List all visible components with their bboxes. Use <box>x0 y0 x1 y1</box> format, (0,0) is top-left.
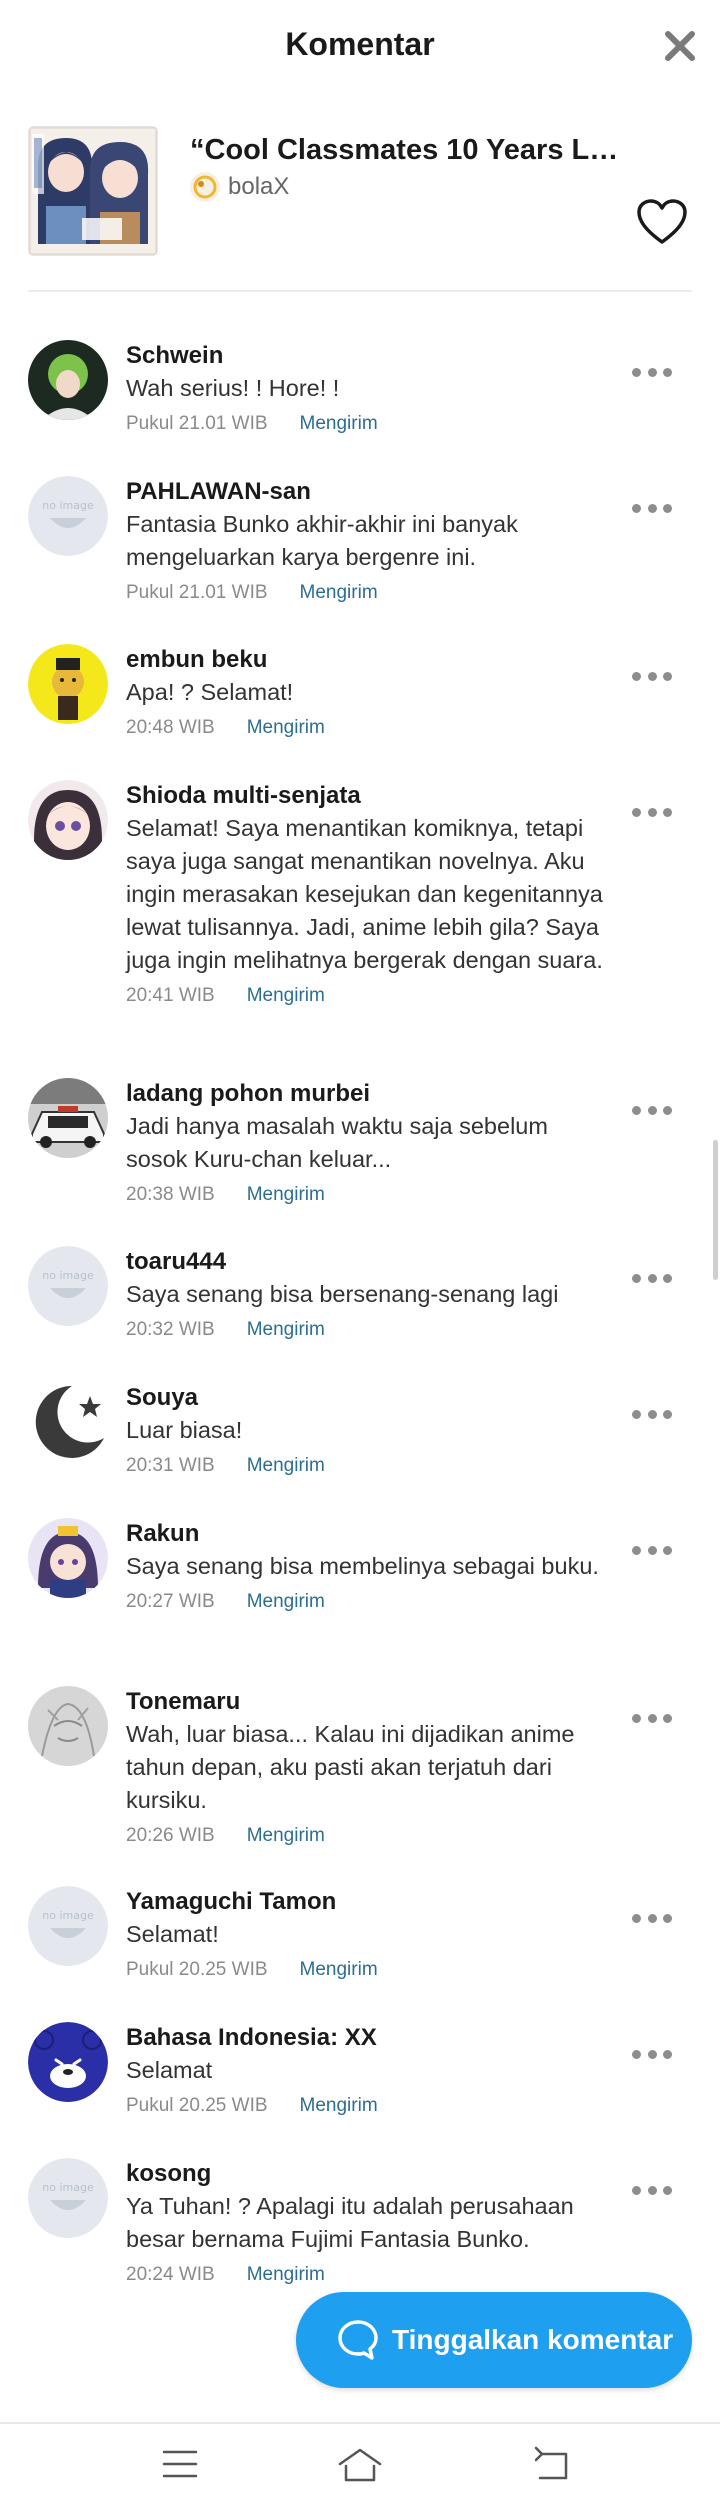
no-image-avatar[interactable]: no image <box>28 1886 108 1966</box>
menu-icon[interactable] <box>156 2440 204 2488</box>
divider <box>28 290 692 292</box>
comment-time: 20:31 WIB <box>126 1455 215 1476</box>
svg-text:no image: no image <box>42 499 94 512</box>
more-options-icon[interactable] <box>632 1106 672 1118</box>
comment-author[interactable]: Shioda multi-senjata <box>126 780 606 812</box>
comment-text: Selamat <box>126 2057 213 2083</box>
reply-link[interactable]: Mengirim <box>247 1589 325 1615</box>
comment-text: Luar biasa! <box>126 1417 243 1443</box>
comment-time: 20:48 WIB <box>126 717 215 738</box>
comment-author[interactable]: Bahasa Indonesia: XX <box>126 2022 606 2054</box>
reply-link[interactable]: Mengirim <box>247 2262 325 2288</box>
comment-author[interactable]: Tonemaru <box>126 1686 606 1718</box>
reply-link[interactable]: Mengirim <box>247 1182 325 1208</box>
back-icon[interactable] <box>528 2440 576 2488</box>
more-options-icon[interactable] <box>632 368 672 380</box>
comment-author[interactable]: Rakun <box>126 1518 606 1550</box>
comment-text: Jadi hanya masalah waktu saja sebelum so… <box>126 1113 548 1172</box>
comment-author[interactable]: kosong <box>126 2158 606 2190</box>
anime-character-avatar[interactable] <box>28 1518 108 1598</box>
close-icon[interactable] <box>662 28 698 64</box>
more-options-icon[interactable] <box>632 1410 672 1422</box>
comment-time: Pukul 20.25 WIB <box>126 1959 268 1980</box>
comment-author[interactable]: Schwein <box>126 340 606 372</box>
book-cover-image[interactable] <box>28 126 158 256</box>
comment-text: Ya Tuhan! ? Apalagi itu adalah perusahaa… <box>126 2193 574 2252</box>
no-image-avatar[interactable]: no image <box>28 476 108 556</box>
author-name: bolaX <box>228 173 290 200</box>
more-options-icon[interactable] <box>632 2186 672 2198</box>
leave-comment-button[interactable]: Tinggalkan komentar <box>296 2292 692 2388</box>
more-options-icon[interactable] <box>632 504 672 516</box>
comment-text: Wah serius! ! Hore! ! <box>126 375 340 401</box>
yellow-character-avatar[interactable] <box>28 644 108 724</box>
comment-time: 20:24 WIB <box>126 2264 215 2285</box>
more-options-icon[interactable] <box>632 1274 672 1286</box>
car-photo-avatar[interactable] <box>28 1078 108 1158</box>
system-nav-bar <box>0 2422 720 2502</box>
blue-bear-avatar[interactable] <box>28 2022 108 2102</box>
green-hair-avatar[interactable] <box>28 340 108 420</box>
reply-link[interactable]: Mengirim <box>300 580 378 606</box>
more-options-icon[interactable] <box>632 1914 672 1926</box>
comment-author[interactable]: ladang pohon murbei <box>126 1078 606 1110</box>
comment-text: Apa! ? Selamat! <box>126 679 294 705</box>
reply-link[interactable]: Mengirim <box>247 983 325 1009</box>
comment-text: Selamat! <box>126 1921 219 1947</box>
comment-time: 20:32 WIB <box>126 1319 215 1340</box>
svg-text:no image: no image <box>42 1909 94 1922</box>
book-title[interactable]: “Cool Classmates 10 Years Lat… <box>190 134 630 167</box>
reply-link[interactable]: Mengirim <box>247 715 325 741</box>
svg-text:no image: no image <box>42 1269 94 1282</box>
author[interactable]: bolaX <box>190 172 289 202</box>
comment-author[interactable]: PAHLAWAN-san <box>126 476 606 508</box>
more-options-icon[interactable] <box>632 808 672 820</box>
header: Komentar <box>0 0 720 100</box>
comment-time: 20:27 WIB <box>126 1591 215 1612</box>
anime-girl-avatar[interactable] <box>28 780 108 860</box>
more-options-icon[interactable] <box>632 1714 672 1726</box>
leave-comment-label: Tinggalkan komentar <box>392 2324 674 2355</box>
home-icon[interactable] <box>336 2440 384 2488</box>
book-info: “Cool Classmates 10 Years Lat… bolaX <box>28 126 692 260</box>
sketch-avatar[interactable] <box>28 1686 108 1766</box>
reply-link[interactable]: Mengirim <box>300 1957 378 1983</box>
comment-text: Wah, luar biasa... Kalau ini dijadikan a… <box>126 1721 575 1813</box>
comment-time: 20:41 WIB <box>126 985 215 1006</box>
comment-time: 20:38 WIB <box>126 1184 215 1205</box>
comment-author[interactable]: Souya <box>126 1382 606 1414</box>
comment-author[interactable]: Yamaguchi Tamon <box>126 1886 606 1918</box>
no-image-avatar[interactable]: no image <box>28 1246 108 1326</box>
reply-link[interactable]: Mengirim <box>247 1317 325 1343</box>
svg-text:no image: no image <box>42 2181 94 2194</box>
more-options-icon[interactable] <box>632 1546 672 1558</box>
scrollbar[interactable] <box>713 1140 718 1280</box>
comment-text: Selamat! Saya menantikan komiknya, tetap… <box>126 815 603 973</box>
comment-author[interactable]: embun beku <box>126 644 606 676</box>
comment-time: 20:26 WIB <box>126 1825 215 1846</box>
reply-link[interactable]: Mengirim <box>300 411 378 437</box>
comment-time: Pukul 20.25 WIB <box>126 2095 268 2116</box>
reply-link[interactable]: Mengirim <box>247 1823 325 1849</box>
comment-text: Saya senang bisa bersenang-senang lagi <box>126 1281 559 1307</box>
comment-time: Pukul 21.01 WIB <box>126 582 268 603</box>
more-options-icon[interactable] <box>632 672 672 684</box>
page-title: Komentar <box>285 26 435 62</box>
author-avatar <box>190 172 220 202</box>
no-image-avatar[interactable]: no image <box>28 2158 108 2238</box>
comment-text: Fantasia Bunko akhir-akhir ini banyak me… <box>126 511 518 570</box>
reply-link[interactable]: Mengirim <box>247 1453 325 1479</box>
heart-outline-icon[interactable] <box>636 198 688 246</box>
chat-bubble-icon <box>338 2320 378 2360</box>
comment-author[interactable]: toaru444 <box>126 1246 606 1278</box>
reply-link[interactable]: Mengirim <box>300 2093 378 2119</box>
more-options-icon[interactable] <box>632 2050 672 2062</box>
comment-text: Saya senang bisa membelinya sebagai buku… <box>126 1553 599 1579</box>
comment-time: Pukul 21.01 WIB <box>126 413 268 434</box>
moon-star-avatar[interactable] <box>28 1382 108 1462</box>
